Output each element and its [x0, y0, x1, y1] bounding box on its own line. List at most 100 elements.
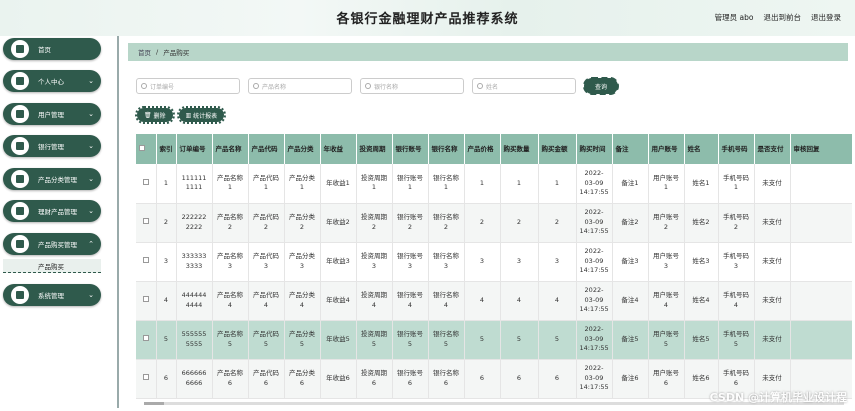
table-cell: 年收益4 [320, 281, 357, 321]
table-cell: 备注6 [612, 359, 649, 399]
table-cell: 年收益6 [320, 359, 357, 399]
column-header: 产品名称 [212, 134, 249, 164]
table-cell: 4 [538, 281, 577, 321]
table-cell [790, 203, 852, 243]
table-cell: 未支付 [754, 320, 791, 360]
sidebar-item-categories[interactable]: 产品分类管理 ⌄ [3, 168, 101, 190]
table-row[interactable]: 3 333333 3333 产品名称3 产品代码3 产品分类3 年收益3 投资周期3 银行账号… [136, 242, 852, 282]
sidebar-item-system[interactable]: 系统管理 ⌄ [3, 284, 101, 306]
bank-icon [11, 137, 29, 155]
table-header-row: 索引 订单编号 产品名称 产品代码 产品分类 年收益 投资周期 银行账号 银行名称 产品价格 购买数… [136, 134, 852, 164]
table-cell: 2022-03-09 14:17:55 [576, 359, 613, 399]
product-name-input[interactable]: 产品名称 [248, 78, 352, 94]
row-checkbox[interactable] [142, 373, 149, 380]
row-checkbox-cell[interactable] [136, 164, 157, 204]
table-cell: 姓名4 [684, 281, 719, 321]
table-cell: 手机号码5 [718, 320, 755, 360]
sidebar-item-users[interactable]: 用户管理 ⌄ [3, 103, 101, 125]
table-row[interactable]: 1 111111 1111 产品名称1 产品代码1 产品分类1 年收益1 投资周期1 银行账号… [136, 164, 852, 204]
table-cell: 备注1 [612, 164, 649, 204]
table-row[interactable]: 5 555555 5555 产品名称5 产品代码5 产品分类5 年收益5 投资周期5 银行账号… [136, 320, 852, 360]
table-cell: 未支付 [754, 242, 791, 282]
table-cell: 产品分类5 [284, 320, 321, 360]
cart-icon [11, 235, 29, 253]
table-cell: 产品分类2 [284, 203, 321, 243]
row-checkbox[interactable] [142, 334, 149, 341]
table-cell: 5 [538, 320, 577, 360]
table-cell: 6 [538, 359, 577, 399]
table-cell: 姓名1 [684, 164, 719, 204]
table-row[interactable]: 2 222222 2222 产品名称2 产品代码2 产品分类2 年收益2 投资周期2 银行账号… [136, 203, 852, 243]
breadcrumb: 首页 / 产品购买 [128, 43, 848, 61]
name-input[interactable]: 姓名 [472, 78, 576, 94]
table-cell: 产品代码3 [248, 242, 285, 282]
table-cell: 投资周期1 [356, 164, 393, 204]
row-checkbox-cell[interactable] [136, 359, 157, 399]
report-button[interactable]: ▥ 统计报表 [176, 106, 227, 124]
column-header: 购买金额 [538, 134, 577, 164]
table-cell: 产品分类1 [284, 164, 321, 204]
row-checkbox-cell[interactable] [136, 320, 157, 360]
breadcrumb-separator: / [156, 48, 159, 56]
table-cell: 银行账号5 [392, 320, 429, 360]
row-checkbox-cell[interactable] [136, 242, 157, 282]
exit-to-front-link[interactable]: 退出到前台 [764, 12, 802, 23]
logout-link[interactable]: 退出登录 [811, 12, 841, 23]
table-row[interactable]: 4 444444 4444 产品名称4 产品代码4 产品分类4 年收益4 投资周期4 银行账号… [136, 281, 852, 321]
sidebar-item-profile[interactable]: 个人中心 ⌄ [3, 70, 101, 92]
table-cell [790, 320, 852, 360]
table-cell: 222222 2222 [176, 203, 213, 243]
column-header: 备注 [612, 134, 649, 164]
table-cell: 备注4 [612, 281, 649, 321]
column-header: 银行名称 [428, 134, 465, 164]
table-cell: 333333 3333 [176, 242, 213, 282]
search-bar: 订单编号 产品名称 银行名称 姓名 查询 [136, 77, 619, 95]
table-cell: 投资周期3 [356, 242, 393, 282]
select-all-header[interactable] [136, 134, 157, 164]
chevron-down-icon: ⌄ [88, 142, 94, 150]
delete-button[interactable]: 🗑 删除 [135, 106, 175, 124]
table-cell: 2022-03-09 14:17:55 [576, 242, 613, 282]
order-number-input[interactable]: 订单编号 [136, 78, 240, 94]
table-cell [790, 281, 852, 321]
table-cell: 年收益5 [320, 320, 357, 360]
row-checkbox[interactable] [142, 295, 149, 302]
row-checkbox[interactable] [142, 256, 149, 263]
select-all-checkbox[interactable] [139, 145, 145, 151]
table-cell: 用户账号6 [648, 359, 685, 399]
row-checkbox[interactable] [142, 217, 149, 224]
table-cell: 银行名称4 [428, 281, 465, 321]
table-cell: 投资周期2 [356, 203, 393, 243]
sidebar-item-products[interactable]: 理财产品管理 ⌄ [3, 200, 101, 222]
admin-label: 管理员 abo [714, 13, 754, 22]
table-cell: 年收益3 [320, 242, 357, 282]
table-cell: 银行名称1 [428, 164, 465, 204]
table-cell: 投资周期4 [356, 281, 393, 321]
table-cell: 5 [156, 320, 177, 360]
column-header: 订单编号 [176, 134, 213, 164]
column-header: 产品价格 [464, 134, 501, 164]
breadcrumb-home[interactable]: 首页 [138, 47, 151, 57]
column-header: 用户账号 [648, 134, 685, 164]
table-cell: 3 [464, 242, 501, 282]
bank-name-input[interactable]: 银行名称 [360, 78, 464, 94]
table-cell: 5 [500, 320, 539, 360]
sidebar-item-purchases[interactable]: 产品购买管理 ⌃ [3, 233, 101, 255]
table-cell: 产品名称3 [212, 242, 249, 282]
purchase-table: 索引 订单编号 产品名称 产品代码 产品分类 年收益 投资周期 银行账号 银行名称 产品价格 购买数… [136, 134, 852, 402]
search-icon [365, 83, 371, 89]
top-header: 各银行金融理财产品推荐系统 管理员 abo 退出到前台 退出登录 [0, 0, 855, 36]
sidebar-item-banks[interactable]: 银行管理 ⌄ [3, 135, 101, 157]
sidebar-subitem-purchase[interactable]: 产品购买 [3, 259, 101, 273]
table-cell: 6 [464, 359, 501, 399]
table-cell: 手机号码2 [718, 203, 755, 243]
table-cell: 666666 6666 [176, 359, 213, 399]
table-cell: 投资周期5 [356, 320, 393, 360]
table-cell [790, 164, 852, 204]
row-checkbox-cell[interactable] [136, 203, 157, 243]
sidebar-item-home[interactable]: 首页 [3, 38, 101, 60]
query-button[interactable]: 查询 [583, 77, 619, 95]
row-checkbox[interactable] [142, 178, 149, 185]
row-checkbox-cell[interactable] [136, 281, 157, 321]
table-cell: 1 [464, 164, 501, 204]
